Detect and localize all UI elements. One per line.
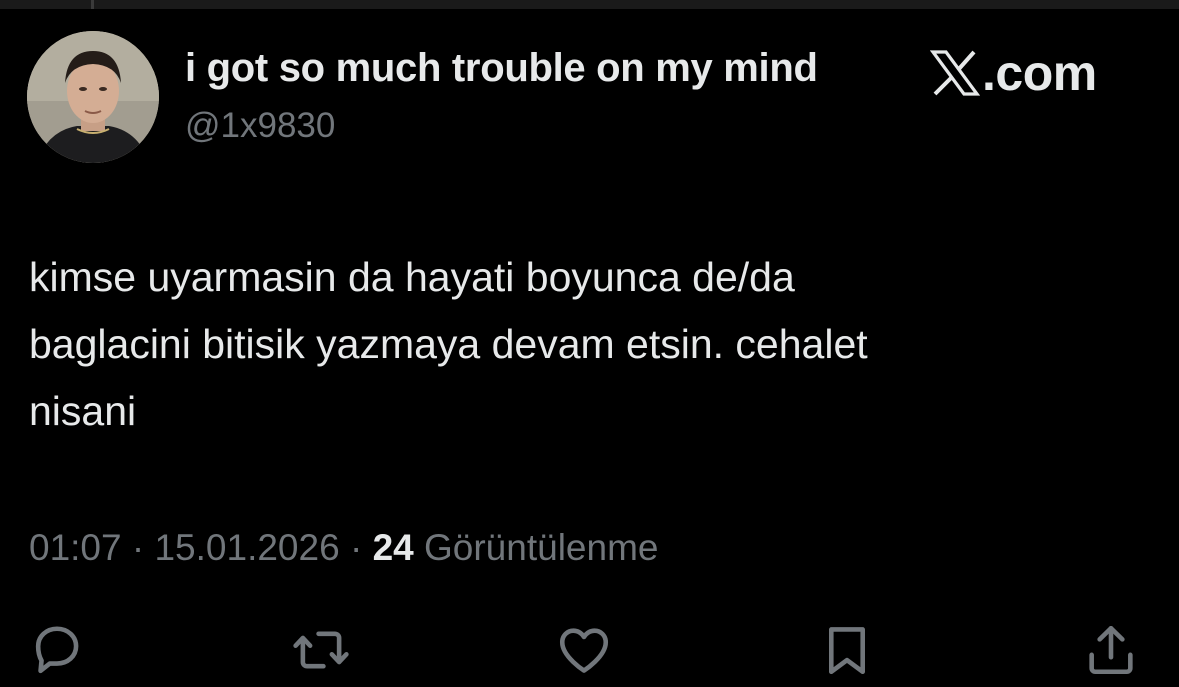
tweet-line: kimse uyarmasin da hayati boyunca de/da — [29, 254, 795, 300]
tweet-line: nisani — [29, 388, 137, 434]
reply-button[interactable] — [25, 618, 89, 682]
meta-separator: · — [339, 527, 373, 568]
meta-separator: · — [121, 527, 155, 568]
bookmark-button[interactable] — [815, 618, 879, 682]
author-handle[interactable]: @1x9830 — [185, 106, 335, 146]
repost-icon — [293, 631, 349, 669]
views-count: 24 — [372, 527, 414, 568]
action-bar — [0, 618, 1179, 682]
tweet-meta: 01:07 · 15.01.2026 · 24 Görüntülenme — [29, 527, 658, 569]
reply-icon — [35, 626, 79, 674]
brand-watermark: .com — [930, 43, 1097, 103]
share-icon — [1089, 625, 1133, 675]
tweet-text: kimse uyarmasin da hayati boyunca de/da … — [29, 244, 1139, 445]
repost-button[interactable] — [289, 618, 353, 682]
brand-text: .com — [982, 45, 1097, 101]
heart-icon — [559, 628, 609, 673]
avatar-photo — [27, 31, 159, 163]
like-button[interactable] — [552, 618, 616, 682]
avatar[interactable] — [27, 31, 159, 163]
author-display-name[interactable]: i got so much trouble on my mind — [185, 46, 818, 91]
tweet-line: baglacini bitisik yazmaya devam etsin. c… — [29, 321, 868, 367]
top-status-strip — [0, 0, 1179, 9]
share-button[interactable] — [1079, 618, 1143, 682]
strip-tick — [91, 0, 94, 9]
x-logo-icon — [930, 50, 980, 96]
tweet-time[interactable]: 01:07 — [29, 527, 122, 568]
views-label: Görüntülenme — [413, 527, 659, 568]
tweet-date[interactable]: 15.01.2026 — [154, 527, 339, 568]
bookmark-icon — [828, 627, 866, 675]
